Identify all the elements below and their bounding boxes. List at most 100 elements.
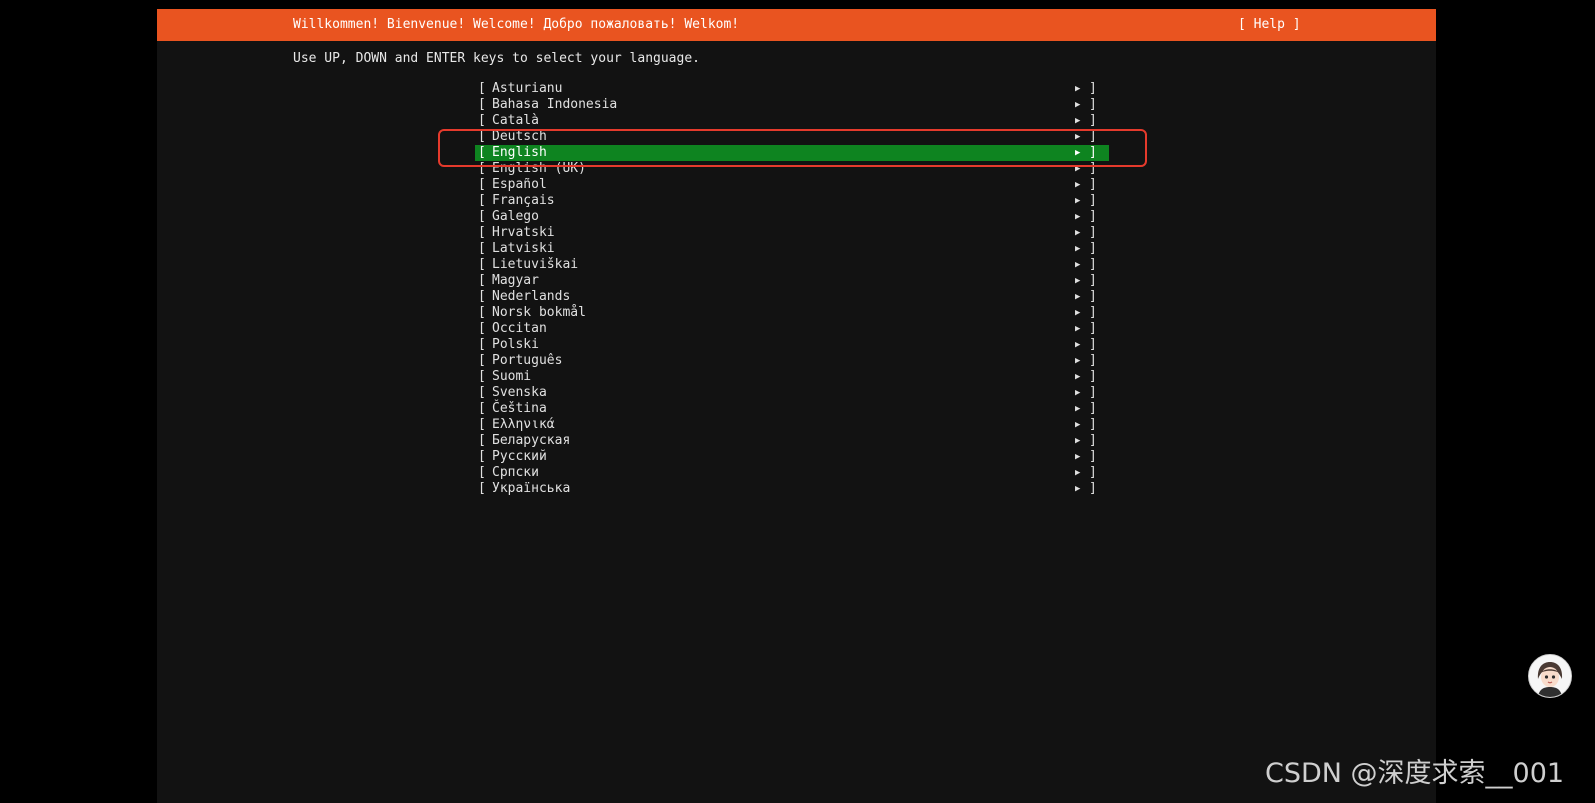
language-label: Norsk bokmål [492, 305, 586, 320]
right-triangle-icon: ▶ [1075, 404, 1081, 414]
right-triangle-icon: ▶ [1075, 340, 1081, 350]
help-button[interactable]: [ Help ] [1238, 9, 1301, 41]
language-label: Català [492, 113, 539, 128]
language-label: Беларуская [492, 433, 571, 448]
language-item[interactable]: [Occitan ▶] [475, 321, 1109, 337]
right-triangle-icon: ▶ [1075, 148, 1081, 158]
language-item[interactable]: [Bahasa Indonesia ▶] [475, 97, 1109, 113]
language-item[interactable]: [Galego ▶] [475, 209, 1109, 225]
language-label: Español [492, 177, 547, 192]
language-label: Polski [492, 337, 539, 352]
language-label: Ελληνικά [492, 417, 555, 432]
left-bracket: [ [478, 465, 486, 480]
right-bracket: ] [1089, 161, 1097, 176]
right-triangle-icon: ▶ [1075, 436, 1081, 446]
language-item[interactable]: [Suomi ▶] [475, 369, 1109, 385]
right-bracket: ] [1089, 225, 1097, 240]
language-item[interactable]: [Nederlands ▶] [475, 289, 1109, 305]
language-label: Asturianu [492, 81, 563, 96]
language-label: Čeština [492, 401, 547, 416]
language-label: Nederlands [492, 289, 571, 304]
right-bracket: ] [1089, 177, 1097, 192]
right-triangle-icon: ▶ [1075, 324, 1081, 334]
right-bracket: ] [1089, 145, 1097, 160]
right-triangle-icon: ▶ [1075, 356, 1081, 366]
right-bracket: ] [1089, 81, 1097, 96]
language-item[interactable]: [Latviski ▶] [475, 241, 1109, 257]
right-bracket: ] [1089, 417, 1097, 432]
language-item[interactable]: [Hrvatski ▶] [475, 225, 1109, 241]
right-bracket: ] [1089, 353, 1097, 368]
left-bracket: [ [478, 81, 486, 96]
right-triangle-icon: ▶ [1075, 452, 1081, 462]
instruction-text: Use UP, DOWN and ENTER keys to select yo… [293, 51, 700, 66]
right-bracket: ] [1089, 273, 1097, 288]
left-bracket: [ [478, 353, 486, 368]
right-triangle-icon: ▶ [1075, 116, 1081, 126]
language-item[interactable]: [Svenska ▶] [475, 385, 1109, 401]
language-item-selected[interactable]: [English ▶] [475, 145, 1109, 161]
right-triangle-icon: ▶ [1075, 212, 1081, 222]
language-item[interactable]: [ Español ▶] [475, 177, 1109, 193]
language-item[interactable]: [English (UK) ▶] [475, 161, 1109, 177]
language-label: Suomi [492, 369, 532, 384]
language-label: Galego [492, 209, 539, 224]
language-item[interactable]: [Русский ▶] [475, 449, 1109, 465]
right-bracket: ] [1089, 433, 1097, 448]
language-item[interactable]: [Српски ▶] [475, 465, 1109, 481]
language-item[interactable]: [Deutsch ▶] [475, 129, 1109, 145]
language-item[interactable]: [ Português ▶] [475, 353, 1109, 369]
right-triangle-icon: ▶ [1075, 260, 1081, 270]
language-item[interactable]: [Polski ▶] [475, 337, 1109, 353]
right-bracket: ] [1089, 97, 1097, 112]
language-label: Hrvatski [492, 225, 555, 240]
left-bracket: [ [478, 449, 486, 464]
right-triangle-icon: ▶ [1075, 196, 1081, 206]
left-bracket: [ [478, 177, 486, 192]
language-item[interactable]: [Lietuviškai ▶] [475, 257, 1109, 273]
right-bracket: ] [1089, 401, 1097, 416]
language-item[interactable]: [ Čeština ▶] [475, 401, 1109, 417]
language-label: Português [492, 353, 563, 368]
left-bracket: [ [478, 401, 486, 416]
watermark-text: CSDN @深度求索__001 [1265, 758, 1565, 789]
left-bracket: [ [478, 129, 486, 144]
header-title: Willkommen! Bienvenue! Welcome! Добро по… [293, 17, 740, 32]
language-item[interactable]: [Asturianu ▶] [475, 81, 1109, 97]
left-bracket: [ [478, 161, 486, 176]
language-item[interactable]: [Norsk bokmål ▶] [475, 305, 1109, 321]
language-label: Occitan [492, 321, 547, 336]
language-item[interactable]: [Ελληνικά ▶] [475, 417, 1109, 433]
user-avatar-icon[interactable] [1528, 654, 1572, 698]
left-bracket: [ [478, 113, 486, 128]
language-label: Lietuviškai [492, 257, 579, 272]
left-bracket: [ [478, 417, 486, 432]
language-item[interactable]: [Català ▶] [475, 113, 1109, 129]
language-item[interactable]: [Français ▶] [475, 193, 1109, 209]
right-triangle-icon: ▶ [1075, 180, 1081, 190]
left-bracket: [ [478, 433, 486, 448]
language-label: Bahasa Indonesia [492, 97, 618, 112]
left-bracket: [ [478, 321, 486, 336]
left-bracket: [ [478, 225, 486, 240]
right-triangle-icon: ▶ [1075, 388, 1081, 398]
language-label: Svenska [492, 385, 547, 400]
installer-screen: Willkommen! Bienvenue! Welcome! Добро по… [157, 9, 1436, 803]
left-bracket: [ [478, 385, 486, 400]
right-triangle-icon: ▶ [1075, 244, 1081, 254]
language-item[interactable]: [ Беларуская ▶] [475, 433, 1109, 449]
left-bracket: [ [478, 257, 486, 272]
language-label: English [492, 145, 547, 160]
left-bracket: [ [478, 209, 486, 224]
right-bracket: ] [1089, 289, 1097, 304]
header-bar: Willkommen! Bienvenue! Welcome! Добро по… [157, 9, 1436, 41]
left-bracket: [ [478, 337, 486, 352]
language-item[interactable]: [Українська ▶] [475, 481, 1109, 497]
language-label: Latviski [492, 241, 555, 256]
language-item[interactable]: [Magyar ▶] [475, 273, 1109, 289]
right-bracket: ] [1089, 481, 1097, 496]
avatar-face-icon [1529, 655, 1571, 697]
language-label: Українська [492, 481, 571, 496]
left-bracket: [ [478, 193, 486, 208]
language-list: [Asturianu ▶] [Bahasa Indonesia ▶] [Català… [475, 81, 1109, 497]
